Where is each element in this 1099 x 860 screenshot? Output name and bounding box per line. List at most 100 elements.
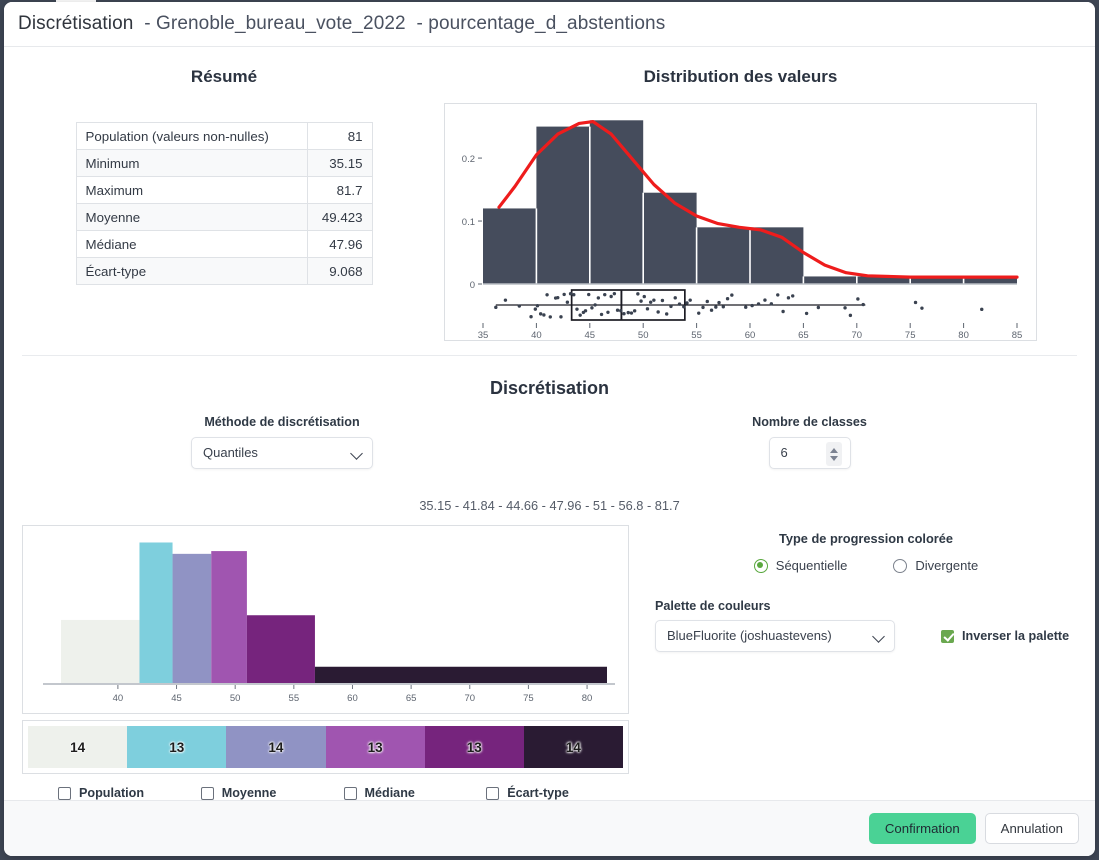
color-options-section: Type de progression colorée Séquentielle…	[629, 525, 1077, 800]
checkbox-icon[interactable]	[200, 786, 214, 800]
class-legend-cell[interactable]: 14	[28, 726, 128, 768]
histogram-bar	[643, 192, 697, 284]
class-legend-cell[interactable]: 13	[424, 726, 524, 768]
class-chart-panel: 40 45 50 55 60 65 70 75 80	[22, 525, 629, 714]
table-row: Médiane 47.96	[75, 230, 373, 258]
class-legend-cell[interactable]: 14	[523, 726, 624, 768]
radio-icon[interactable]	[893, 558, 908, 573]
histogram-bar	[696, 227, 750, 284]
data-point	[688, 298, 692, 302]
data-point	[612, 291, 617, 296]
class-legend-count: 13	[466, 739, 482, 755]
method-select[interactable]: Quantiles	[191, 437, 373, 469]
summary-value: 35.15	[306, 149, 373, 177]
invert-palette-toggle[interactable]: Inverser la palette	[941, 629, 1069, 643]
discretisation-controls: Méthode de discrétisation Quantiles Nomb…	[4, 415, 1095, 474]
data-point	[744, 305, 748, 309]
data-point	[645, 307, 650, 311]
data-point	[622, 312, 626, 316]
data-point	[750, 303, 754, 308]
class-legend-cell[interactable]: 13	[127, 726, 227, 768]
confirm-button[interactable]: Confirmation	[868, 813, 976, 844]
overlay-checkbox[interactable]: Population	[58, 786, 201, 800]
data-point	[763, 298, 767, 302]
data-point	[590, 306, 594, 310]
discretisation-dialog: Discrétisation - Grenoble_bureau_vote_20…	[4, 2, 1095, 856]
overlay-checkbox-label: Population	[79, 786, 145, 800]
data-point	[677, 302, 682, 306]
data-point	[861, 302, 865, 307]
check-icon[interactable]	[941, 629, 954, 643]
x-axis-tick-label: 40	[531, 330, 542, 340]
table-row: Minimum 35.15	[75, 149, 373, 177]
checkbox-icon[interactable]	[58, 786, 71, 800]
overlay-checkbox[interactable]: Moyenne	[200, 786, 344, 800]
distribution-chart-panel: 0 0.1 0.2 35 40 45 50 55 60 65 70 75 80 85	[444, 103, 1037, 341]
summary-value: 9.068	[306, 257, 373, 285]
page-title: Discrétisation - Grenoble_bureau_vote_20…	[18, 13, 665, 35]
radio-icon[interactable]	[753, 558, 768, 573]
data-point	[559, 315, 563, 319]
data-point	[593, 303, 597, 307]
progression-radio-label: Divergente	[915, 558, 979, 573]
data-point	[673, 296, 677, 300]
x-axis-tick-label: 70	[464, 693, 475, 704]
cancel-button[interactable]: Annulation	[984, 813, 1079, 844]
dialog-title-main: Discrétisation	[18, 13, 134, 34]
data-point	[503, 298, 508, 302]
discretisation-preview-row: 40 45 50 55 60 65 70 75 80 14 13 14 13 13 14 Populati…	[4, 525, 1095, 800]
class-bar	[172, 553, 212, 684]
dialog-header: Discrétisation - Grenoble_bureau_vote_20…	[4, 2, 1095, 47]
class-bar	[139, 542, 173, 684]
palette-select[interactable]: BlueFluorite (joshuastevens)	[655, 620, 895, 652]
data-point	[769, 302, 774, 306]
data-point	[639, 299, 643, 303]
y-axis-tick-label: 0.1	[462, 217, 475, 228]
x-axis-tick-label: 40	[113, 693, 124, 704]
x-axis-tick-label: 45	[171, 693, 182, 704]
chevron-down-icon	[350, 447, 363, 460]
overlay-checkbox[interactable]: Médiane	[343, 786, 487, 800]
data-point	[730, 293, 734, 297]
data-point	[615, 308, 620, 312]
data-point	[714, 305, 718, 309]
histogram-bar	[483, 208, 537, 284]
progression-title: Type de progression colorée	[779, 531, 953, 546]
stepper-arrows[interactable]	[825, 442, 842, 466]
overlay-checkbox[interactable]: Écart-type	[486, 786, 629, 800]
x-axis-tick-label: 55	[691, 330, 702, 340]
dialog-title-layer: - Grenoble_bureau_vote_2022	[144, 13, 406, 34]
data-point	[632, 309, 637, 313]
chevron-up-icon[interactable]	[829, 447, 838, 453]
data-point	[583, 309, 588, 313]
data-point	[548, 315, 552, 319]
overlay-checkbox-label: Médiane	[364, 786, 415, 800]
overlay-checkbox-row: Population Moyenne Médiane Écart-type	[22, 786, 629, 800]
data-point	[542, 313, 546, 317]
table-row: Population (valeurs non-nulles) 81	[75, 122, 373, 150]
progression-radio[interactable]: Divergente	[893, 558, 978, 573]
class-chart-section: 40 45 50 55 60 65 70 75 80 14 13 14 13 13 14 Populati…	[22, 525, 629, 800]
x-axis-tick-label: 60	[347, 693, 358, 704]
class-legend-cell[interactable]: 13	[325, 726, 425, 768]
summary-value: 47.96	[306, 230, 373, 258]
x-axis-tick-label: 65	[798, 330, 809, 340]
x-axis-tick-label: 75	[523, 693, 534, 704]
class-legend-count: 13	[367, 739, 383, 755]
data-point	[709, 308, 714, 312]
palette-label: Palette de couleurs	[655, 599, 771, 613]
summary-value: 49.423	[306, 203, 373, 231]
data-point	[609, 294, 613, 299]
data-point	[636, 292, 640, 296]
data-point	[856, 297, 860, 301]
data-point	[980, 307, 984, 312]
checkbox-icon[interactable]	[486, 786, 500, 800]
data-point	[565, 300, 570, 304]
progression-radio[interactable]: Séquentielle	[753, 558, 847, 573]
class-legend-cell[interactable]: 14	[226, 726, 326, 768]
data-point	[781, 309, 785, 314]
data-point	[575, 307, 579, 311]
chevron-down-icon[interactable]	[829, 455, 838, 461]
classes-stepper[interactable]: 6	[768, 437, 851, 469]
checkbox-icon[interactable]	[343, 786, 357, 800]
